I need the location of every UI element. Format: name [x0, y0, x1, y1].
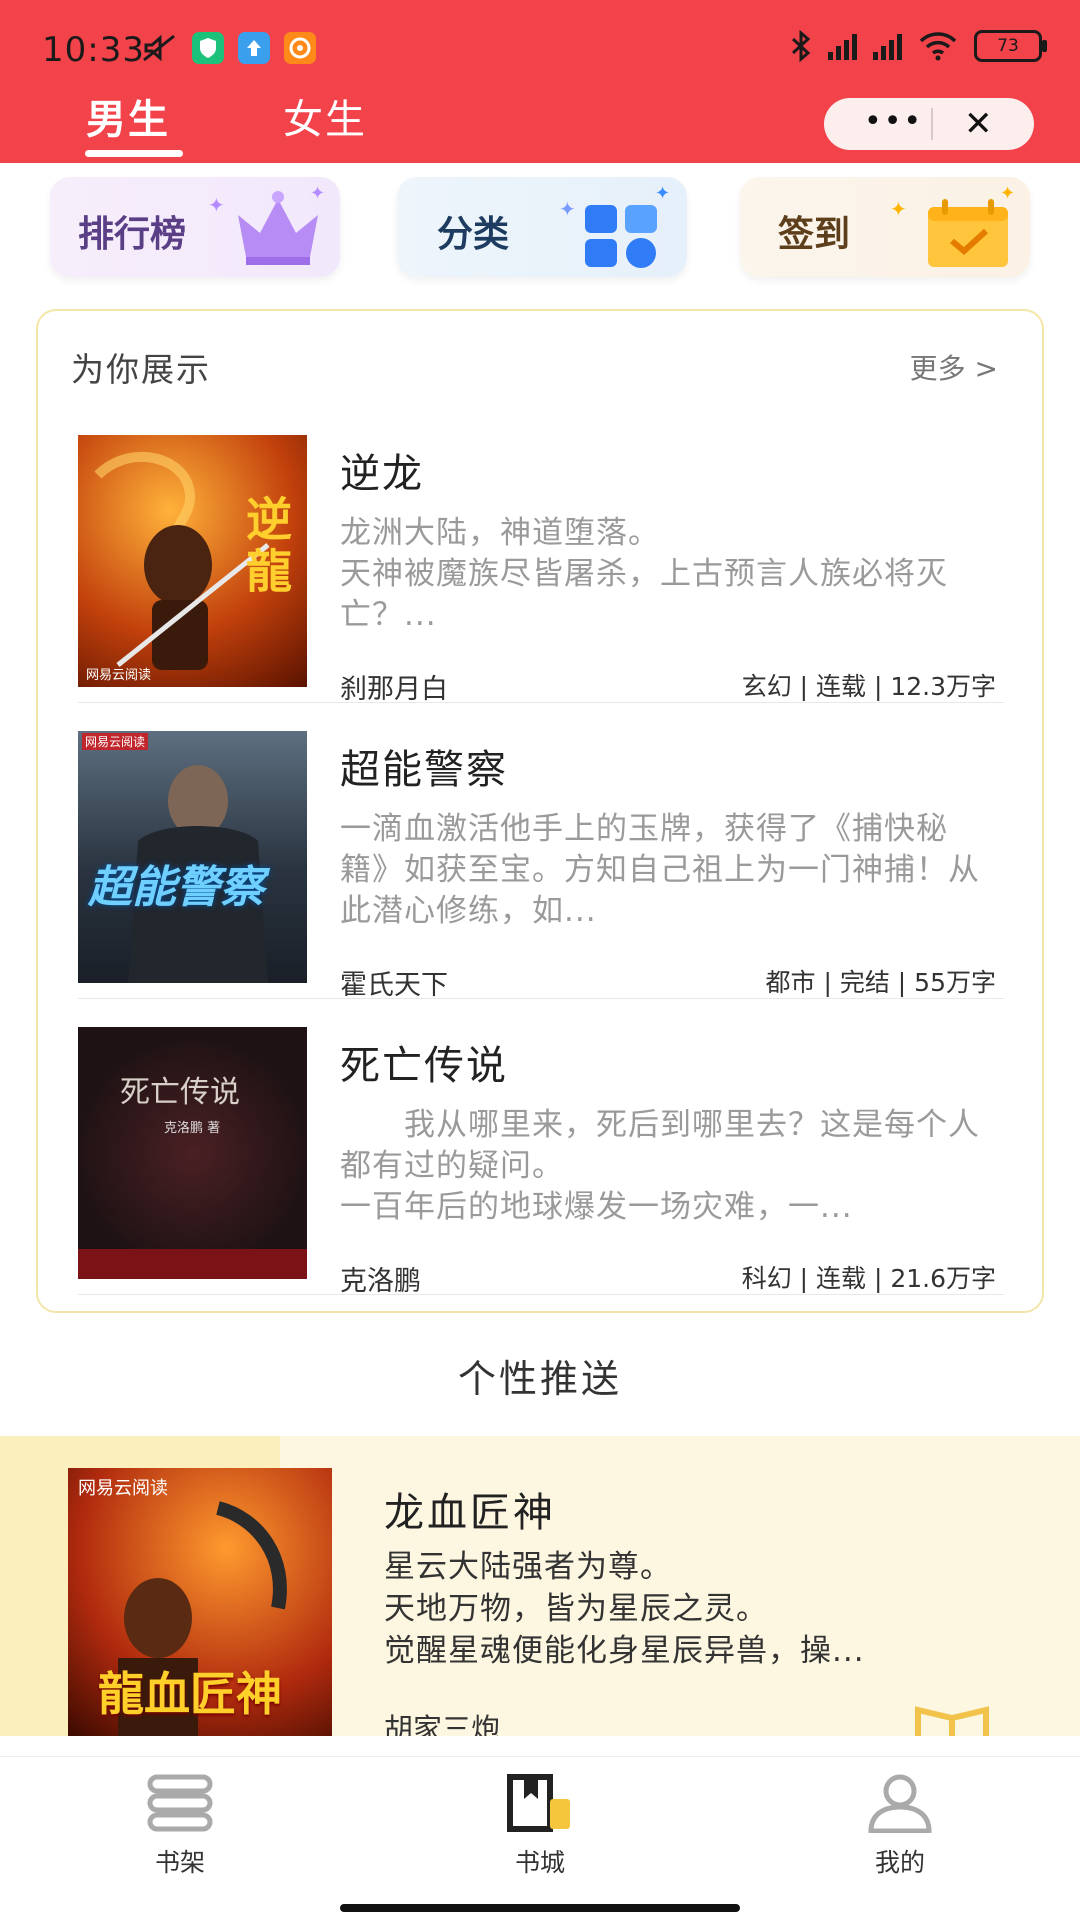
checkin-entry[interactable]: 签到 ✦ ✦	[740, 177, 1030, 277]
cover-title: 超能警察	[88, 862, 264, 913]
book-intro: 龙洲大陆，神道堕落。 天神被魔族尽皆屠杀，上古预言人族必将灭亡？...	[340, 515, 948, 633]
category-entry[interactable]: 分类 ✦ ✦	[397, 177, 687, 277]
book-title: 逆龙	[340, 451, 424, 497]
showcase-card: 为你展示 更多 > 逆龍 网易云阅读 逆龙 龙洲大陆，神道堕落。 天神被魔族尽皆…	[36, 309, 1044, 1313]
book-cover[interactable]: 死亡传说 克洛鹏 著	[78, 1027, 307, 1279]
nav-mine[interactable]: 我的	[810, 1773, 990, 1879]
nav-bookstore[interactable]: 书城	[450, 1773, 630, 1879]
bluetooth-icon	[791, 30, 811, 62]
more-link[interactable]: 更多 >	[910, 347, 998, 387]
cover-band	[78, 1249, 307, 1279]
book-item[interactable]: 网易云阅读 超能警察 超能警察 一滴血激活他手上的玉牌，获得了《捕快秘籍》如获至…	[78, 731, 1004, 1001]
category-label: 分类	[437, 214, 510, 255]
nav-label: 书架	[154, 1848, 205, 1877]
close-button[interactable]: ✕	[964, 104, 993, 144]
active-tab-indicator	[85, 150, 183, 157]
book-title: 死亡传说	[340, 1043, 508, 1089]
cover-publisher: 网易云阅读	[86, 668, 152, 683]
home-indicator[interactable]	[340, 1904, 740, 1912]
book-cover[interactable]: 网易云阅读 超能警察	[78, 731, 307, 983]
tab-male[interactable]: 男生	[86, 87, 170, 145]
nav-label: 我的	[874, 1848, 925, 1877]
push-book-intro: 星云大陆强者为尊。 天地万物，皆为星辰之灵。 觉醒星魂便能化身星辰异兽，操...	[384, 1549, 865, 1669]
book-author: 克洛鹏	[340, 1266, 421, 1297]
crown-icon: ✦	[238, 185, 325, 265]
sparkle-icon: ✦	[559, 197, 576, 221]
cover-author: 克洛鹏 著	[164, 1121, 221, 1136]
grid-apps-icon: ✦	[585, 185, 670, 268]
cover-publisher: 网易云阅读	[82, 733, 149, 750]
cover-title: 龍血匠神	[98, 1667, 282, 1721]
book-author: 刹那月白	[340, 674, 448, 705]
book-title: 超能警察	[340, 747, 508, 793]
book-cover[interactable]: 逆龍 网易云阅读	[78, 435, 307, 687]
svg-text:✦: ✦	[310, 185, 325, 204]
upload-app-icon	[238, 32, 270, 64]
svg-text:✦: ✦	[655, 185, 670, 204]
hd-signal-icon	[873, 32, 902, 60]
push-book-card[interactable]: 网易云阅读 龍血匠神 龙血匠神 星云大陆强者为尊。 天地万物，皆为星辰之灵。 觉…	[0, 1436, 1080, 1736]
sparkle-icon: ✦	[208, 193, 225, 217]
cover-title: 逆龍	[239, 495, 293, 599]
book-cover[interactable]: 网易云阅读 龍血匠神	[68, 1468, 332, 1736]
divider	[78, 1294, 1004, 1295]
open-book-icon[interactable]	[912, 1700, 992, 1736]
mini-program-capsule: ••• ✕	[824, 98, 1034, 150]
hd-signal-icon	[828, 32, 857, 60]
push-book-author: 胡家三炮	[384, 1712, 501, 1736]
status-icons-right: 73	[790, 30, 1047, 62]
book-store-icon	[507, 1774, 570, 1832]
user-icon	[868, 1774, 932, 1834]
book-meta: 科幻 | 连载 | 21.6万字	[741, 1264, 996, 1293]
book-item[interactable]: 逆龍 网易云阅读 逆龙 龙洲大陆，神道堕落。 天神被魔族尽皆屠杀，上古预言人族必…	[78, 435, 1004, 705]
film-app-icon	[284, 32, 316, 64]
sparkle-icon: ✦	[890, 197, 907, 221]
battery-icon: 73	[974, 30, 1047, 62]
bookshelf-icon	[147, 1774, 213, 1832]
ranking-entry[interactable]: 排行榜 ✦ ✦	[50, 177, 340, 277]
wifi-icon	[919, 32, 957, 61]
status-icons-left	[142, 32, 316, 64]
calendar-check-icon: ✦	[928, 185, 1015, 267]
top-header: 10:33 73 男生 女生 ••• ✕	[0, 0, 1080, 163]
gender-tabs: 男生 女生	[0, 85, 600, 163]
book-author: 霍氏天下	[340, 970, 448, 1001]
cover-publisher: 网易云阅读	[78, 1478, 168, 1499]
nav-bookshelf[interactable]: 书架	[90, 1773, 270, 1879]
book-intro: 我从哪里来，死后到哪里去？这是每个人都有过的疑问。 一百年后的地球爆发一场灾难，…	[340, 1107, 980, 1225]
bottom-nav: 书架 书城 我的	[0, 1756, 1080, 1921]
capsule-divider	[931, 108, 933, 140]
nav-label: 书城	[514, 1848, 565, 1877]
svg-text:✦: ✦	[1000, 185, 1015, 204]
book-intro: 一滴血激活他手上的玉牌，获得了《捕快秘籍》如获至宝。方知自己祖上为一门神捕！从此…	[340, 811, 980, 929]
cover-title: 死亡传说	[120, 1075, 240, 1110]
push-book-title: 龙血匠神	[384, 1490, 556, 1536]
ranking-label: 排行榜	[78, 214, 187, 255]
more-options-button[interactable]: •••	[864, 107, 923, 137]
book-item[interactable]: 死亡传说 克洛鹏 著 死亡传说 我从哪里来，死后到哪里去？这是每个人都有过的疑问…	[78, 1027, 1004, 1297]
shield-app-icon	[192, 32, 224, 64]
book-meta: 都市 | 完结 | 55万字	[765, 968, 996, 997]
status-time: 10:33	[42, 30, 145, 70]
checkin-label: 签到	[778, 214, 851, 255]
push-section-title: 个性推送	[457, 1357, 622, 1401]
book-meta: 玄幻 | 连载 | 12.3万字	[741, 672, 996, 701]
divider	[78, 998, 1004, 999]
showcase-title: 为你展示	[71, 350, 211, 389]
tab-female[interactable]: 女生	[283, 87, 367, 145]
divider	[78, 702, 1004, 703]
mute-icon	[143, 34, 175, 62]
